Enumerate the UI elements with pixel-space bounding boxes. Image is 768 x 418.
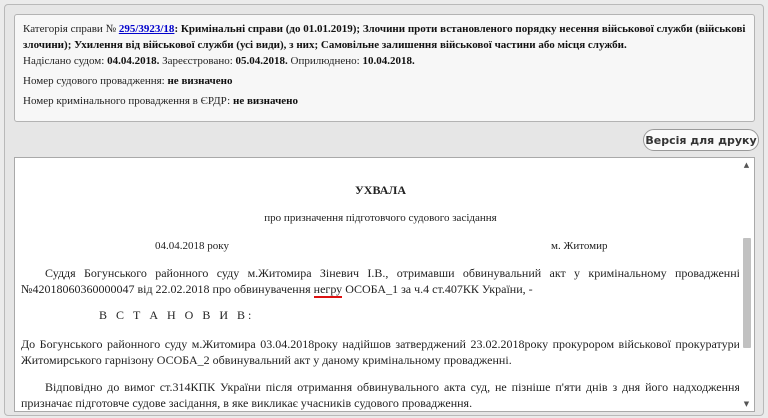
case-panel: Категорія справи № 295/3923/18: Кримінал… <box>4 4 764 416</box>
scroll-down-arrow-icon[interactable]: ▼ <box>739 397 754 411</box>
paragraph-judge-end: ОСОБА_1 за ч.4 ст.407КК України, - <box>342 282 533 296</box>
paragraph-received: До Богунського районного суду м.Житомира… <box>21 337 740 367</box>
published-label: Оприлюднено: <box>290 55 360 67</box>
paragraph-law: Відповідно до вимог ст.314КПК України пі… <box>21 380 740 410</box>
court-proc-row: Номер судового провадження: не визначено <box>23 73 746 89</box>
established-heading: В С Т А Н О В И В: <box>99 308 255 322</box>
scroll-thumb[interactable] <box>743 238 751 348</box>
scroll-up-arrow-icon[interactable]: ▲ <box>739 158 754 172</box>
published-date: 10.04.2018. <box>362 55 415 67</box>
document-date: 04.04.2018 року <box>155 240 229 252</box>
dates-row: Надіслано судом: 04.04.2018. Зареєстрова… <box>23 53 746 69</box>
document-viewer[interactable]: УХВАЛА про призначення підготовчого судо… <box>14 157 755 412</box>
print-version-button[interactable]: Версія для друку <box>643 129 759 151</box>
court-proc-value: не визначено <box>167 75 233 87</box>
criminal-proc-row: Номер кримінального провадження в ЄРДР: … <box>23 93 746 109</box>
case-category-row: Категорія справи № 295/3923/18: Кримінал… <box>23 21 746 53</box>
document-subtitle: про призначення підготовчого судового за… <box>264 212 497 224</box>
paragraph-judge: Суддя Богунського районного суду м.Житом… <box>21 265 740 298</box>
criminal-proc-label: Номер кримінального провадження в ЄРДР: <box>23 95 231 107</box>
document-title: УХВАЛА <box>355 183 406 197</box>
registered-label: Зареєстровано: <box>162 55 233 67</box>
category-label: Категорія справи № <box>23 23 117 35</box>
sent-date: 04.04.2018. <box>107 55 160 67</box>
spellcheck-word[interactable]: негру <box>313 282 343 298</box>
sent-label: Надіслано судом: <box>23 55 105 67</box>
registered-date: 05.04.2018. <box>235 55 288 67</box>
criminal-proc-value: не визначено <box>233 95 298 107</box>
case-info-box: Категорія справи № 295/3923/18: Кримінал… <box>14 14 755 122</box>
document-city: м. Житомир <box>551 240 608 252</box>
case-number-link[interactable]: 295/3923/18 <box>119 23 175 35</box>
document-scrollbar[interactable]: ▲ ▼ <box>739 158 754 411</box>
court-proc-label: Номер судового провадження: <box>23 75 165 87</box>
